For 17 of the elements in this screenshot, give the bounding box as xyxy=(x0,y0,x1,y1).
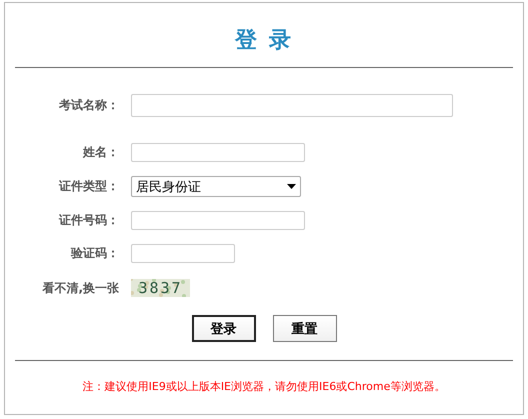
page-title: 登 录 xyxy=(235,27,293,55)
reset-button[interactable]: 重置 xyxy=(272,315,336,342)
field-label: 姓名： xyxy=(82,144,119,161)
id-type-dropdown[interactable]: 居民身份证 xyxy=(131,176,301,197)
text-field[interactable] xyxy=(131,143,305,162)
text-field[interactable] xyxy=(131,211,305,230)
text-field[interactable] xyxy=(131,94,453,117)
text-field[interactable] xyxy=(131,244,235,263)
browser-note: 注：建议使用IE9或以上版本IE浏览器，请勿使用IE6或Chrome等浏览器。 xyxy=(82,379,446,394)
captcha-image: 3837 xyxy=(131,279,190,297)
field-label: 验证码： xyxy=(70,245,119,262)
field-label: 证件号码： xyxy=(58,212,119,229)
refresh-captcha-link[interactable]: 看不清,换一张 xyxy=(15,280,119,296)
field-label: 证件类型： xyxy=(58,178,119,195)
field-label: 考试名称： xyxy=(58,97,119,114)
caret-icon xyxy=(287,184,296,189)
login-button[interactable]: 登录 xyxy=(192,315,256,342)
